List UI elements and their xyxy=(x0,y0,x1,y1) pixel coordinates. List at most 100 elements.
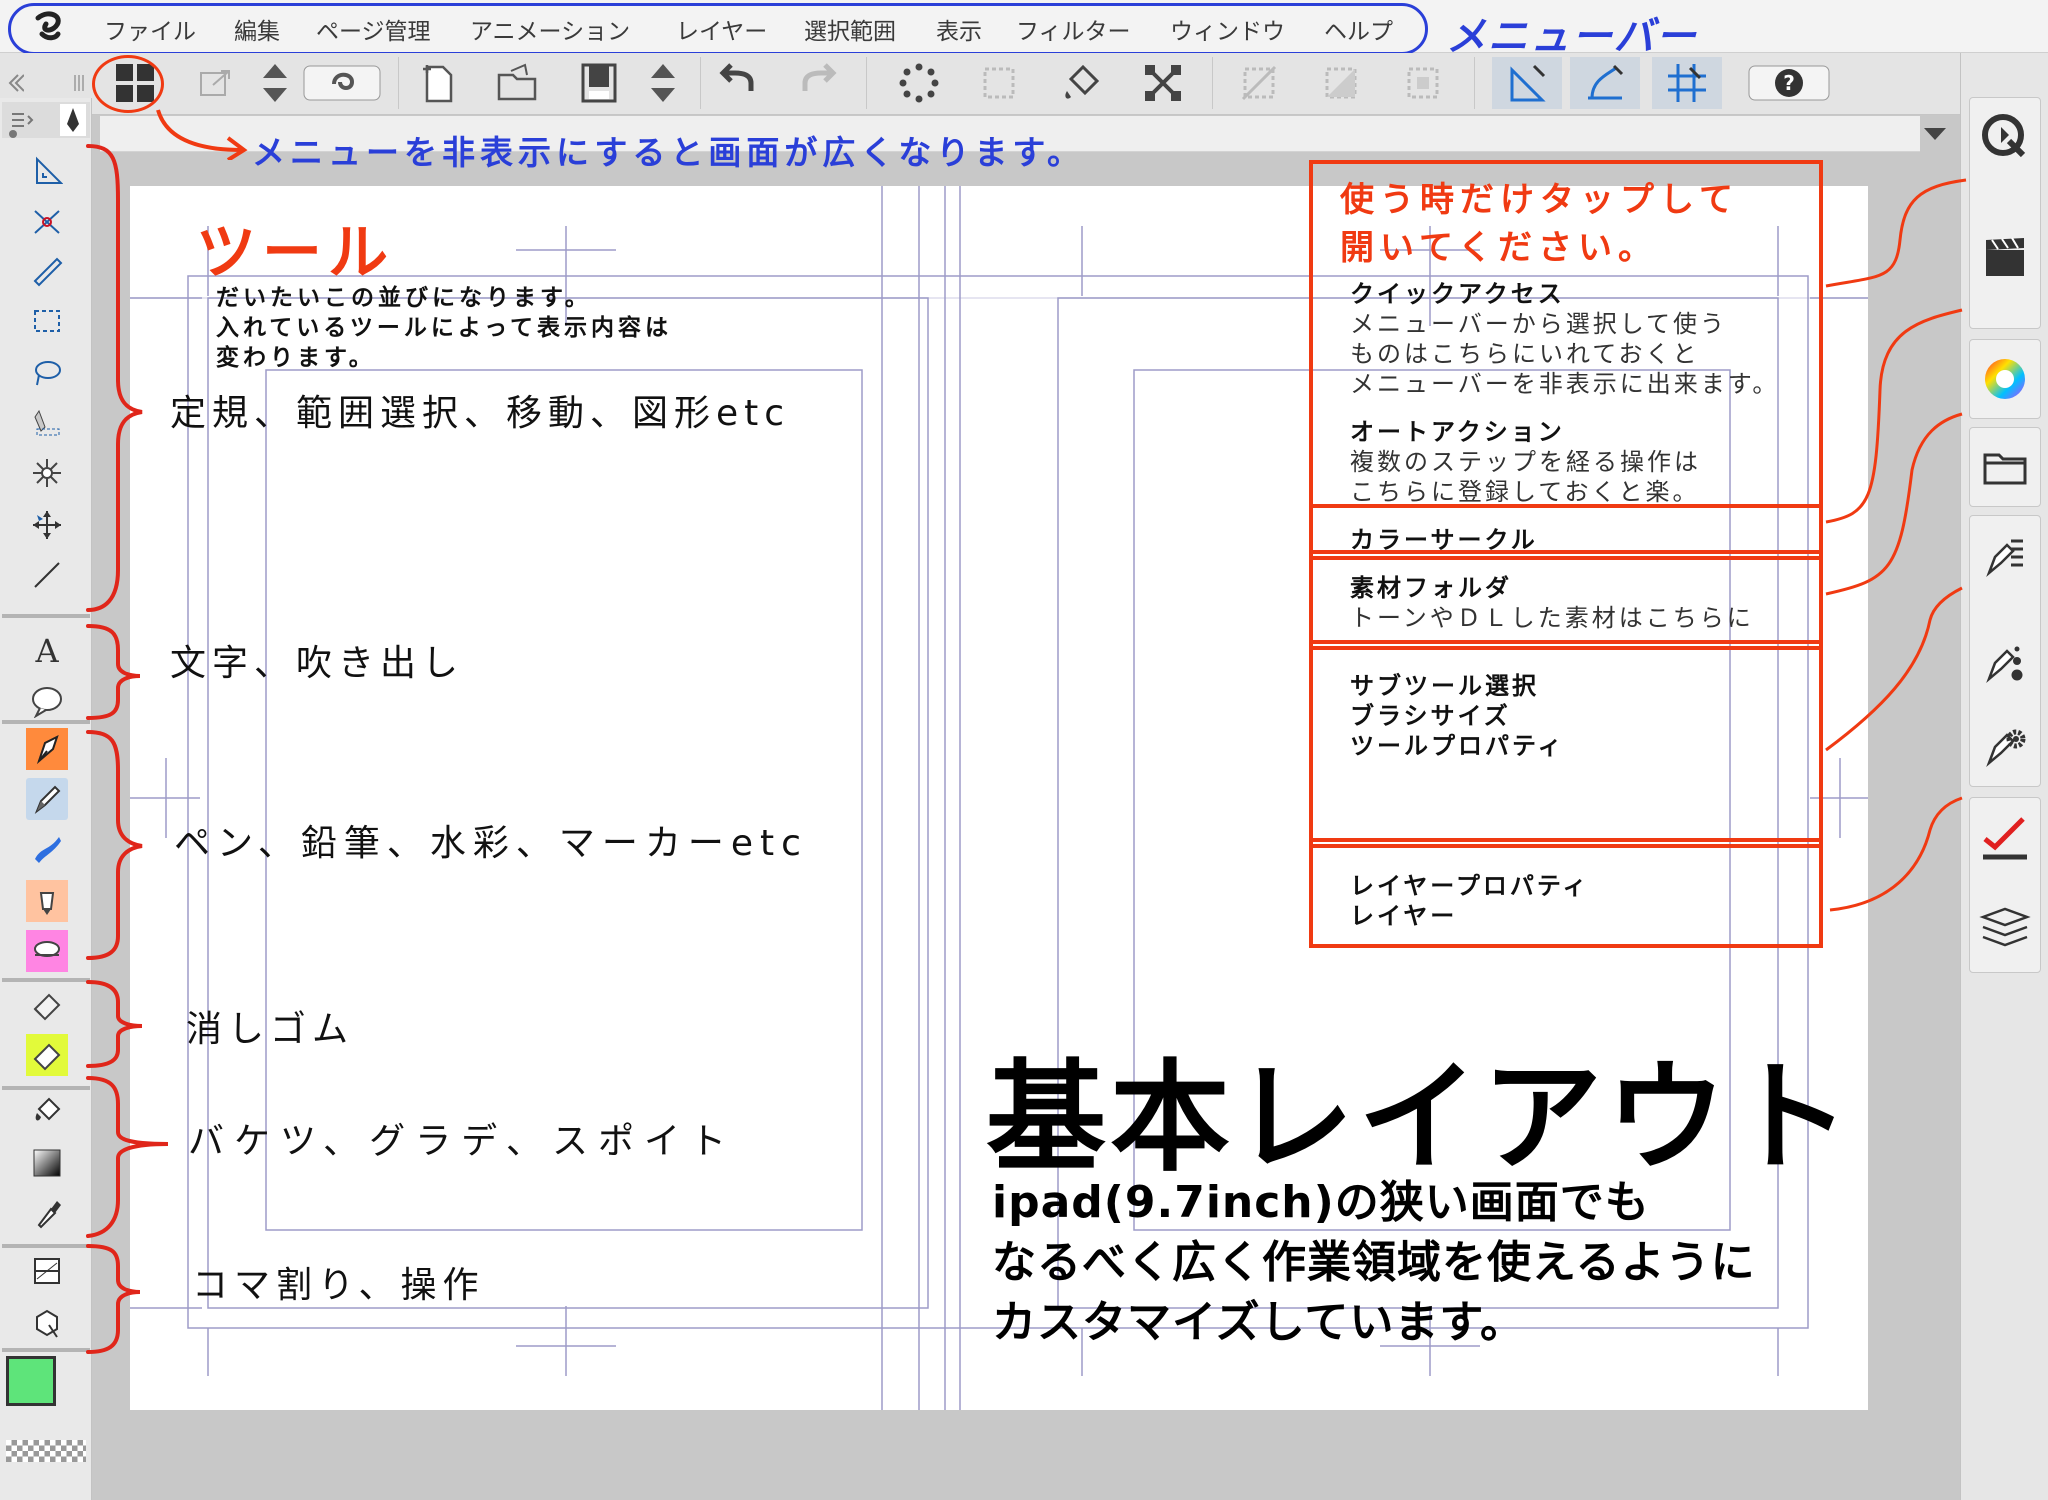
material-folder-icon[interactable] xyxy=(1975,437,2035,497)
tool-group-separator xyxy=(2,978,90,982)
menu-bar: ファイル 編集 ページ管理 アニメーション レイヤー 選択範囲 表示 フィルター… xyxy=(0,0,2048,55)
grid-selection-icon[interactable] xyxy=(1394,57,1452,109)
up-down-arrows-icon[interactable] xyxy=(246,57,304,109)
collapse-left-icon[interactable] xyxy=(4,63,25,103)
main-color-chip[interactable] xyxy=(6,1356,56,1406)
invert-selection-icon[interactable] xyxy=(1312,57,1370,109)
tool-property-icon[interactable] xyxy=(1975,717,2035,777)
rectangle-select-icon[interactable] xyxy=(26,300,68,342)
airbrush-tool-icon[interactable] xyxy=(26,930,68,972)
toolbar-separator xyxy=(700,57,701,109)
layout-desc-1: ipad(9.7inch)の狭い画面でも xyxy=(992,1177,1650,1228)
tap-note-line1: 使う時だけタップして xyxy=(1340,180,1739,220)
svg-text:?: ? xyxy=(1783,71,1795,95)
tap-note-line2: 開いてください。 xyxy=(1340,228,1658,268)
tools-note-line2: 入れているツールによって表示内容は xyxy=(216,315,673,341)
loading-dots-icon[interactable] xyxy=(890,57,948,109)
new-file-icon[interactable] xyxy=(408,57,466,109)
tool-group5-label: バケツ、グラデ、スポイト xyxy=(188,1121,737,1162)
quick-access-desc-3: メニューバーを非表示に出来ます。 xyxy=(1350,370,1780,398)
move-tool-icon[interactable] xyxy=(26,504,68,546)
auto-action-icon[interactable] xyxy=(1975,227,2035,287)
right-palette-bar xyxy=(1960,53,2048,1500)
pen-tool-icon[interactable] xyxy=(26,728,68,770)
brush-size-icon[interactable] xyxy=(1975,633,2035,693)
tools-note-line1: だいたいこの並びになります。 xyxy=(216,285,592,311)
ruler-triangle-icon[interactable] xyxy=(26,150,68,192)
share-icon[interactable] xyxy=(186,57,244,109)
balloon-tool-icon[interactable] xyxy=(26,680,68,722)
palette-dot-icon xyxy=(8,124,18,138)
auto-action-desc-2: こちらに登録しておくと楽。 xyxy=(1350,478,1700,506)
snap-to-grid-button[interactable] xyxy=(1652,57,1722,109)
select-pen-icon[interactable] xyxy=(26,402,68,444)
color-circle-label: カラーサークル xyxy=(1350,526,1538,554)
snap-to-special-ruler-button[interactable] xyxy=(1570,57,1640,109)
bucket-tool-icon[interactable] xyxy=(26,1090,68,1132)
command-bar: ? xyxy=(0,53,2048,115)
toolbar-separator xyxy=(1212,57,1213,109)
tool-palette: A xyxy=(0,98,92,1500)
hide-menu-annotation: メニューを非表示にすると画面が広くなります。 xyxy=(252,133,1086,172)
palette-box-divider xyxy=(1309,844,1823,848)
pencil-tool-icon[interactable] xyxy=(26,778,68,820)
layout-button-highlight xyxy=(92,55,164,113)
perspective-ruler-icon[interactable] xyxy=(26,200,68,242)
eraser-soft-tool-icon[interactable] xyxy=(26,1034,68,1076)
palette-connector-lines xyxy=(1825,178,1967,912)
eraser-tool-icon[interactable] xyxy=(26,984,68,1026)
quick-access-icon[interactable] xyxy=(1975,107,2035,167)
tool-group4-label: 消しゴム xyxy=(186,1009,355,1050)
watercolor-tool-icon[interactable] xyxy=(26,828,68,870)
frame-border-tool-icon[interactable] xyxy=(26,1250,68,1292)
palette-box-divider xyxy=(1309,838,1823,842)
tools-note-line3: 変わります。 xyxy=(216,345,376,371)
fill-bucket-icon[interactable] xyxy=(1052,57,1110,109)
tool-group-separator xyxy=(2,1348,90,1352)
tool-group-separator xyxy=(2,614,90,618)
layout-desc-3: カスタマイズしています。 xyxy=(992,1297,1525,1348)
help-button[interactable]: ? xyxy=(1744,57,1834,109)
open-folder-icon[interactable] xyxy=(488,57,546,109)
tool-group-brackets xyxy=(86,144,169,1354)
layer-property-icon[interactable] xyxy=(1975,807,2035,867)
sub-tool-icon[interactable] xyxy=(1975,527,2035,587)
svg-text:A: A xyxy=(34,632,59,666)
straight-ruler-icon[interactable] xyxy=(26,250,68,292)
text-tool-icon[interactable]: A xyxy=(26,628,68,670)
select-area-icon[interactable] xyxy=(970,57,1028,109)
transform-icon[interactable] xyxy=(1134,57,1192,109)
undo-icon[interactable] xyxy=(708,57,766,109)
lasso-select-icon[interactable] xyxy=(26,352,68,394)
toolbar-separator xyxy=(866,57,867,109)
layer-label-2: レイヤー xyxy=(1350,902,1458,930)
snap-to-ruler-button[interactable] xyxy=(1492,57,1562,109)
layout-desc-2: なるべく広く作業領域を使えるように xyxy=(992,1237,1756,1288)
layer-icon[interactable] xyxy=(1975,897,2035,957)
save-icon[interactable] xyxy=(570,57,628,109)
line-tool-icon[interactable] xyxy=(26,554,68,596)
tool-group-separator xyxy=(2,1244,90,1248)
toolbar-separator xyxy=(398,57,399,109)
subtool-label-3: ツールプロパティ xyxy=(1350,732,1565,760)
clip-studio-button[interactable] xyxy=(300,57,384,109)
tool-group-separator xyxy=(2,720,90,724)
gradient-tool-icon[interactable] xyxy=(26,1142,68,1184)
tab-dropdown-icon[interactable] xyxy=(1920,122,1950,146)
marker-tool-icon[interactable] xyxy=(26,880,68,922)
object-tool-icon[interactable] xyxy=(26,1302,68,1344)
clear-selection-icon[interactable] xyxy=(1230,57,1288,109)
eyedropper-tool-icon[interactable] xyxy=(26,1192,68,1234)
palette-box-divider xyxy=(1309,640,1823,644)
menubar-highlight-oval xyxy=(8,3,1428,55)
transparent-color-chip[interactable] xyxy=(6,1440,86,1462)
color-circle-icon[interactable] xyxy=(1975,349,2035,409)
redo-icon[interactable] xyxy=(790,57,848,109)
order-arrows-icon[interactable] xyxy=(634,57,692,109)
grip-icon[interactable] xyxy=(72,63,86,103)
magic-wand-icon[interactable] xyxy=(26,452,68,494)
tool-group1-label: 定規、範囲選択、移動、図形etc xyxy=(170,393,791,434)
palette-tab-pen-icon[interactable] xyxy=(60,104,86,136)
tool-group2-label: 文字、吹き出し xyxy=(170,643,465,684)
toolbar-separator xyxy=(1474,57,1475,109)
